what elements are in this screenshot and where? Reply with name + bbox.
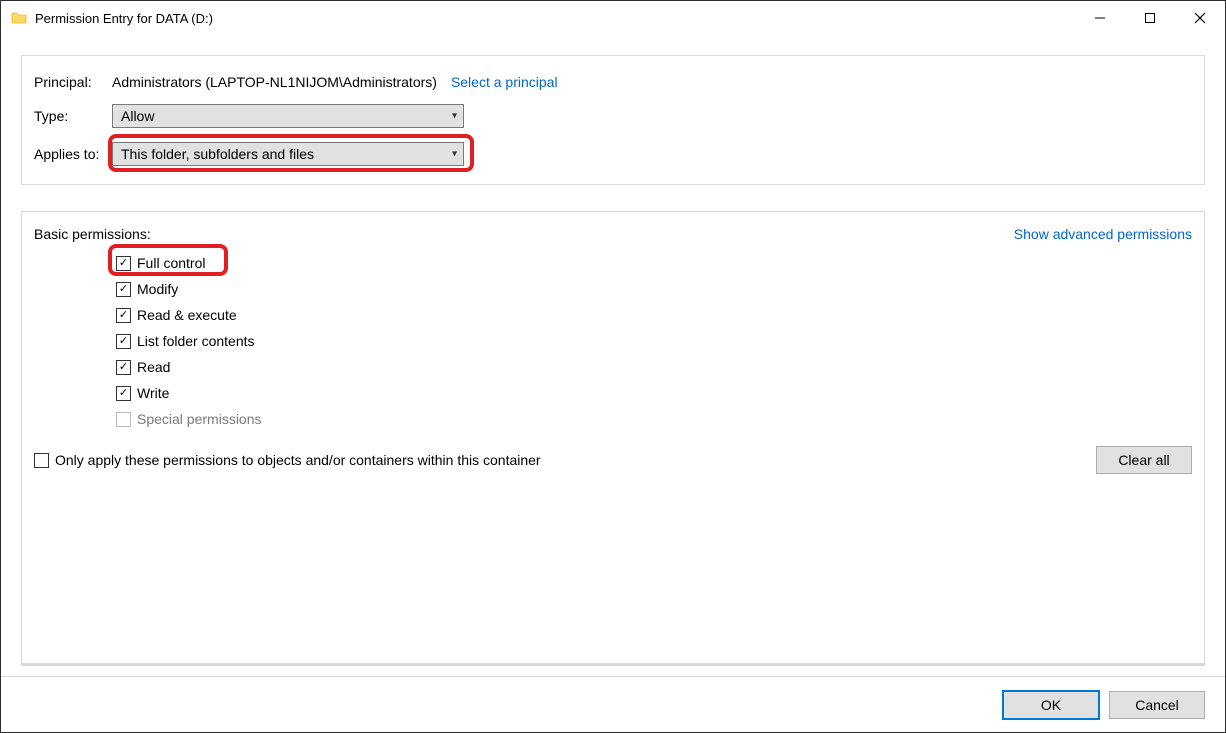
perm-label: Modify	[137, 281, 178, 297]
chevron-down-icon: ▾	[452, 149, 457, 160]
checkbox-special	[116, 412, 131, 427]
cancel-button[interactable]: Cancel	[1109, 691, 1205, 719]
dialog-footer: OK Cancel	[1, 676, 1225, 732]
checkbox-only-apply[interactable]	[34, 453, 49, 468]
perm-label: Write	[137, 385, 169, 401]
perm-modify[interactable]: ✓ Modify	[116, 276, 1192, 302]
perm-label: Special permissions	[137, 411, 262, 427]
checkbox-read[interactable]: ✓	[116, 360, 131, 375]
principal-panel: Principal: Administrators (LAPTOP-NL1NIJ…	[21, 55, 1205, 185]
window-title: Permission Entry for DATA (D:)	[35, 11, 213, 26]
basic-permissions-panel: Basic permissions: Show advanced permiss…	[21, 211, 1205, 664]
ok-button[interactable]: OK	[1003, 691, 1099, 719]
checkbox-write[interactable]: ✓	[116, 386, 131, 401]
perm-write[interactable]: ✓ Write	[116, 380, 1192, 406]
applies-to-value: This folder, subfolders and files	[121, 146, 314, 162]
only-apply-label: Only apply these permissions to objects …	[55, 452, 541, 468]
select-principal-link[interactable]: Select a principal	[451, 74, 558, 90]
perm-label: List folder contents	[137, 333, 255, 349]
separator	[21, 664, 1205, 666]
perm-read[interactable]: ✓ Read	[116, 354, 1192, 380]
perm-label: Read	[137, 359, 170, 375]
perm-full-control[interactable]: ✓ Full control	[116, 250, 1192, 276]
titlebar: Permission Entry for DATA (D:)	[1, 1, 1225, 35]
show-advanced-permissions-link[interactable]: Show advanced permissions	[1014, 226, 1192, 242]
perm-label: Read & execute	[137, 307, 237, 323]
permission-entry-window: Permission Entry for DATA (D:) Principal…	[0, 0, 1226, 733]
checkbox-read-execute[interactable]: ✓	[116, 308, 131, 323]
type-dropdown[interactable]: Allow ▾	[112, 104, 464, 128]
checkbox-full-control[interactable]: ✓	[116, 256, 131, 271]
applies-to-label: Applies to:	[34, 146, 112, 162]
perm-special: Special permissions	[116, 406, 1192, 432]
maximize-button[interactable]	[1125, 2, 1175, 34]
clear-all-button[interactable]: Clear all	[1096, 446, 1192, 474]
checkbox-modify[interactable]: ✓	[116, 282, 131, 297]
checkbox-list-folder[interactable]: ✓	[116, 334, 131, 349]
folder-icon	[11, 10, 27, 26]
perm-read-execute[interactable]: ✓ Read & execute	[116, 302, 1192, 328]
perm-label: Full control	[137, 255, 205, 271]
minimize-button[interactable]	[1075, 2, 1125, 34]
type-label: Type:	[34, 108, 112, 124]
chevron-down-icon: ▾	[452, 111, 457, 122]
principal-value: Administrators (LAPTOP-NL1NIJOM\Administ…	[112, 74, 437, 90]
type-value: Allow	[121, 108, 154, 124]
principal-label: Principal:	[34, 74, 112, 90]
close-button[interactable]	[1175, 2, 1225, 34]
applies-to-dropdown[interactable]: This folder, subfolders and files ▾	[112, 142, 464, 166]
basic-permissions-heading: Basic permissions:	[34, 226, 151, 242]
perm-list-folder[interactable]: ✓ List folder contents	[116, 328, 1192, 354]
